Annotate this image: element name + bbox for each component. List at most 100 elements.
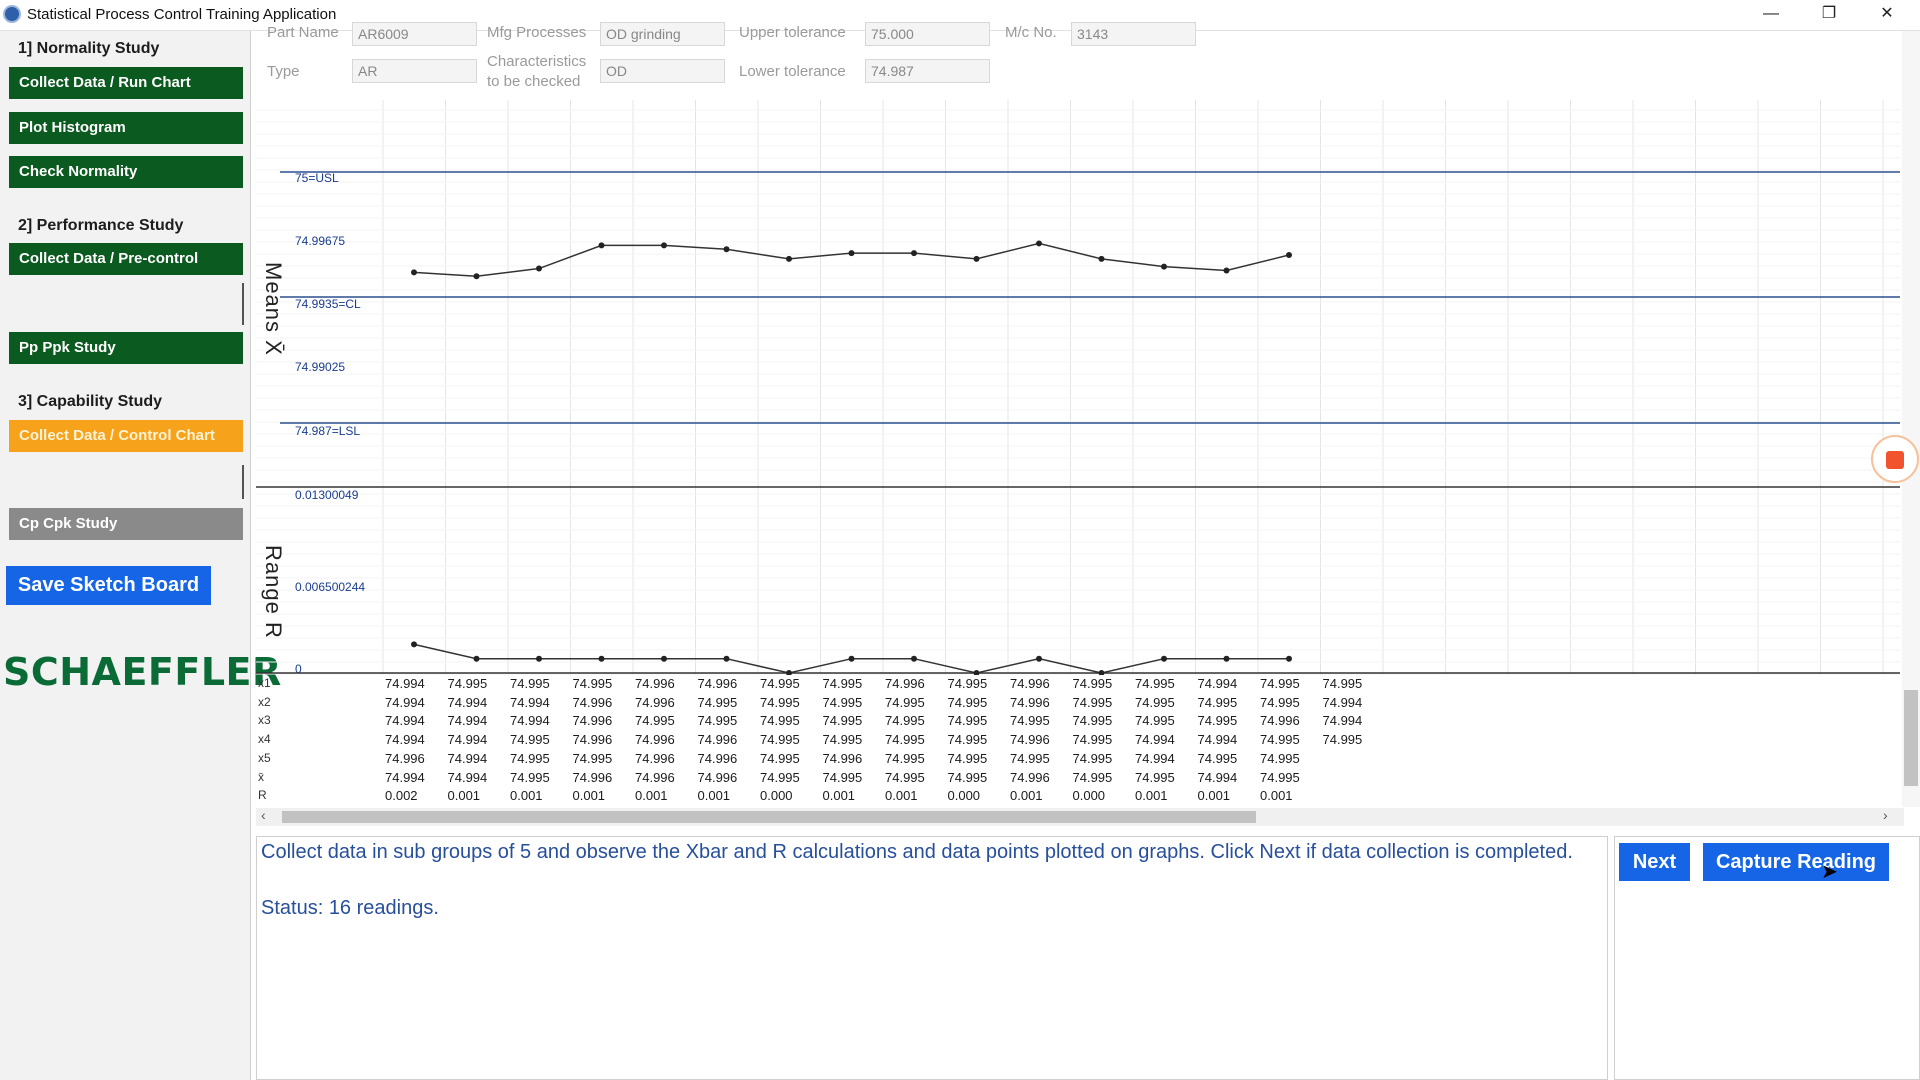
machine-number-field[interactable]: 3143 xyxy=(1071,22,1196,46)
collect-data-precontrol-button[interactable]: Collect Data / Pre-control xyxy=(9,243,243,275)
table-cell: 74.995 xyxy=(1260,694,1300,710)
table-cell: 74.995 xyxy=(1072,694,1113,710)
mfg-processes-label: Mfg Processes xyxy=(487,24,587,41)
type-label: Type xyxy=(267,63,300,80)
close-button[interactable]: ✕ xyxy=(1858,0,1916,30)
lower-tolerance-field[interactable]: 74.987 xyxy=(865,59,990,83)
table-cell: 74.995 xyxy=(1322,676,1363,691)
table-cell: 74.995 xyxy=(947,713,988,729)
table-cell: 0.001 xyxy=(885,788,918,804)
table-cell: 74.995 xyxy=(1010,750,1050,766)
table-cell: 74.996 xyxy=(697,750,738,766)
divider xyxy=(242,283,244,325)
range-data-point xyxy=(973,670,980,675)
collect-data-control-chart-button[interactable]: Collect Data / Control Chart xyxy=(9,420,243,452)
table-cell: 74.995 xyxy=(947,750,988,766)
table-cell: 74.995 xyxy=(1197,750,1238,766)
table-cell: 74.994 xyxy=(1322,713,1363,729)
table-cell: 0.000 xyxy=(1072,788,1106,804)
table-cell: 0.001 xyxy=(1010,788,1043,804)
table-cell: 0.001 xyxy=(572,788,606,804)
part-name-field[interactable]: AR6009 xyxy=(352,22,477,46)
table-cell: 74.995 xyxy=(510,732,550,748)
table-cell: 74.995 xyxy=(822,769,863,785)
range-data-point xyxy=(848,655,855,662)
table-cell: 74.995 xyxy=(760,732,800,748)
range-data-point xyxy=(661,655,667,662)
machine-number-label: M/c No. xyxy=(1005,24,1057,41)
table-cell: 74.996 xyxy=(572,732,613,748)
minimize-button[interactable]: — xyxy=(1742,0,1800,30)
table-cell: 74.995 xyxy=(885,750,925,766)
table-cell: 74.996 xyxy=(635,694,675,710)
scroll-left-icon[interactable]: ‹ xyxy=(261,807,266,823)
table-cell: 74.995 xyxy=(1072,676,1113,691)
characteristics-field[interactable]: OD xyxy=(600,59,725,83)
upper-tolerance-field[interactable]: 75.000 xyxy=(865,22,990,46)
table-cell: 74.994 xyxy=(385,713,425,729)
means-data-point xyxy=(598,242,605,249)
range-data-point xyxy=(1098,670,1105,675)
horizontal-scroll-thumb[interactable] xyxy=(282,811,1256,823)
section-capability-study: 3] Capability Study xyxy=(18,393,163,410)
mean-tick-label: 74.99025 xyxy=(295,360,346,374)
table-cell: 74.995 xyxy=(1135,676,1175,691)
pp-ppk-study-button[interactable]: Pp Ppk Study xyxy=(9,332,243,364)
cp-cpk-study-button[interactable]: Cp Cpk Study xyxy=(9,508,243,540)
table-cell: 74.995 xyxy=(447,676,488,691)
table-cell: 74.996 xyxy=(697,676,738,691)
table-cell: 74.995 xyxy=(885,713,925,729)
section-normality-study: 1] Normality Study xyxy=(18,40,160,57)
plot-histogram-button[interactable]: Plot Histogram xyxy=(9,112,243,144)
restore-button[interactable]: ❐ xyxy=(1800,0,1858,30)
range-tick-label: 0.01300049 xyxy=(295,488,359,502)
mfg-processes-field[interactable]: OD grinding xyxy=(600,22,725,46)
means-series-line xyxy=(413,242,1290,278)
table-cell: 0.001 xyxy=(1135,788,1168,804)
vertical-scroll-thumb[interactable] xyxy=(1904,690,1918,786)
next-button[interactable]: Next xyxy=(1619,843,1690,881)
table-cell: 74.996 xyxy=(1010,732,1050,748)
section-performance-study: 2] Performance Study xyxy=(18,217,184,234)
table-cell: 74.995 xyxy=(1135,769,1175,785)
means-data-point xyxy=(1161,263,1167,270)
check-normality-button[interactable]: Check Normality xyxy=(9,156,243,188)
characteristics-label-line2: to be checked xyxy=(487,73,581,90)
table-cell: 74.995 xyxy=(822,713,863,729)
means-data-point xyxy=(911,250,917,257)
means-data-point xyxy=(536,265,542,272)
range-data-point xyxy=(1161,655,1167,662)
sidebar: 1] Normality Study Collect Data / Run Ch… xyxy=(0,31,251,1080)
table-cell: 74.995 xyxy=(760,676,800,691)
scroll-right-icon[interactable]: › xyxy=(1883,807,1888,823)
type-field[interactable]: AR xyxy=(352,59,477,83)
table-cell: 74.995 xyxy=(1010,713,1050,729)
means-data-point xyxy=(411,269,417,276)
table-cell: 74.995 xyxy=(1072,750,1113,766)
cl-tick-label: 74.9935=CL xyxy=(295,297,361,311)
table-cell: 74.995 xyxy=(947,676,988,691)
collect-data-run-chart-button[interactable]: Collect Data / Run Chart xyxy=(9,67,243,99)
table-cell: 74.995 xyxy=(510,769,550,785)
control-charts xyxy=(256,100,1900,675)
range-data-point xyxy=(786,670,792,675)
table-cell: 74.995 xyxy=(885,769,925,785)
table-cell: 74.996 xyxy=(822,750,863,766)
table-cell: 74.995 xyxy=(1072,713,1113,729)
table-cell: 74.996 xyxy=(635,750,675,766)
save-sketch-board-button[interactable]: Save Sketch Board xyxy=(6,566,211,605)
table-cell: 74.996 xyxy=(572,769,613,785)
means-data-point xyxy=(786,255,792,262)
table-cell: 74.995 xyxy=(760,694,800,710)
capture-reading-button[interactable]: Capture Reading xyxy=(1703,843,1889,881)
table-cell: 74.994 xyxy=(447,750,488,766)
range-data-point xyxy=(723,655,730,662)
table-cell: 74.996 xyxy=(572,694,613,710)
table-cell: 74.994 xyxy=(510,713,550,729)
table-cell: 74.994 xyxy=(1322,694,1363,710)
stop-icon xyxy=(1886,451,1904,469)
table-cell: 74.994 xyxy=(1135,750,1175,766)
table-row-label: x5 xyxy=(258,750,271,765)
table-row-label: x4 xyxy=(258,732,271,747)
table-row-label: x2 xyxy=(258,694,271,709)
